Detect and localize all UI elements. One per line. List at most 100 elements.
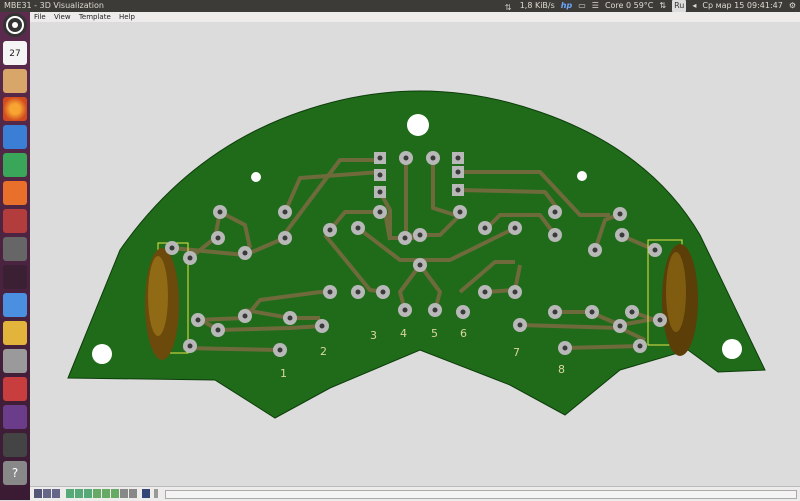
calendar-day: 27 (9, 49, 21, 59)
pad-hole (355, 289, 361, 295)
pad-hole (512, 225, 518, 231)
pad-hole (430, 155, 436, 161)
network-icon[interactable]: ⇅ (659, 0, 666, 12)
pad-label-5: 5 (431, 327, 438, 340)
pad-hole (377, 172, 383, 178)
cpu-temp[interactable]: Core 0 59°C (605, 0, 653, 12)
pad-hole (629, 309, 635, 315)
render-icon[interactable] (142, 489, 150, 498)
pad-hole (319, 323, 325, 329)
rotate-left-icon[interactable] (75, 489, 83, 498)
power-icon[interactable]: ⚙ (789, 0, 796, 12)
pad-hole (377, 209, 383, 215)
stack-icon[interactable] (3, 321, 27, 345)
pad-hole (403, 155, 409, 161)
next-icon[interactable] (120, 489, 128, 498)
keyboard-layout[interactable]: Ru (672, 0, 687, 12)
terminal-icon[interactable] (3, 265, 27, 289)
pad-hole (282, 209, 288, 215)
pad-hole (455, 169, 461, 175)
pad-hole (552, 209, 558, 215)
help-icon[interactable]: ? (3, 461, 27, 485)
pad-hole (432, 307, 438, 313)
pad-hole (617, 211, 623, 217)
capacitor-highlight (148, 256, 168, 336)
menu-bar: File View Template Help (30, 12, 800, 22)
grid-icon[interactable] (66, 489, 74, 498)
pad-hole (637, 343, 643, 349)
window-title: MBE31 - 3D Visualization (4, 1, 104, 10)
ubuntu-logo-icon[interactable] (3, 13, 27, 37)
pad-hole (552, 309, 558, 315)
software-center-icon[interactable] (3, 181, 27, 205)
system-top-bar: MBE31 - 3D Visualization ⇅ 1,8 KiB/s hp … (0, 0, 800, 12)
media-icon[interactable] (3, 377, 27, 401)
pad-label-7: 7 (513, 346, 520, 359)
mount-hole (577, 171, 587, 181)
prev-icon[interactable] (102, 489, 110, 498)
writer-icon[interactable] (3, 125, 27, 149)
dropbox-icon[interactable] (3, 293, 27, 317)
pad-hole (195, 317, 201, 323)
pad-hole (402, 235, 408, 241)
zoom-out-icon[interactable] (52, 489, 60, 498)
play-icon[interactable] (111, 489, 119, 498)
app-icon[interactable] (3, 405, 27, 429)
zoom-in-icon[interactable] (43, 489, 51, 498)
menu-template[interactable]: Template (79, 12, 111, 22)
pad-hole (377, 189, 383, 195)
mount-hole (722, 339, 742, 359)
mount-hole (407, 114, 429, 136)
pad-hole (215, 327, 221, 333)
pad-hole (215, 235, 221, 241)
pad-hole (327, 227, 333, 233)
pad-hole (402, 307, 408, 313)
pad-hole (619, 232, 625, 238)
rotate-right-icon[interactable] (84, 489, 92, 498)
datetime[interactable]: Ср мар 15 09:41:47 (702, 0, 782, 12)
pad-label-3: 3 (370, 329, 377, 342)
sound-icon[interactable]: ◂ (692, 0, 696, 12)
arrows-icon[interactable]: ⇅ (505, 2, 514, 12)
pad-hole (242, 250, 248, 256)
battery-icon[interactable]: ▭ (578, 0, 586, 12)
3d-viewport[interactable]: 1 2 3 4 5 6 7 8 (30, 22, 800, 486)
apps-icon[interactable] (3, 349, 27, 373)
pad-hole (417, 262, 423, 268)
horizontal-scrollbar[interactable] (165, 490, 797, 499)
pad-hole (460, 309, 466, 315)
menu-view[interactable]: View (54, 12, 71, 22)
view-all-icon[interactable] (34, 489, 42, 498)
firefox-icon[interactable] (3, 97, 27, 121)
settings-icon[interactable] (3, 209, 27, 233)
net-speed: 1,8 KiB/s (519, 1, 555, 10)
calc-icon[interactable] (3, 153, 27, 177)
calculator-icon[interactable] (3, 237, 27, 261)
bottom-toolbar (30, 486, 800, 501)
pad-label-6: 6 (460, 327, 467, 340)
menu-file[interactable]: File (34, 12, 46, 22)
hp-icon[interactable]: hp (561, 0, 572, 12)
pad-label-1: 1 (280, 367, 287, 380)
calendar-icon[interactable]: 27 (3, 41, 27, 65)
pad-hole (457, 209, 463, 215)
launcher: 27 ? (0, 12, 30, 500)
pad-hole (327, 289, 333, 295)
pad-hole (377, 155, 383, 161)
pad-hole (417, 232, 423, 238)
pad-hole (242, 313, 248, 319)
first-icon[interactable] (93, 489, 101, 498)
pad-hole (512, 289, 518, 295)
pad-hole (657, 317, 663, 323)
menu-lines-icon[interactable]: ☰ (592, 0, 599, 12)
scroll-handle[interactable] (154, 489, 158, 498)
menu-help[interactable]: Help (119, 12, 135, 22)
pad-hole (562, 345, 568, 351)
pcb-render: 1 2 3 4 5 6 7 8 (67, 90, 766, 419)
pad-label-8: 8 (558, 363, 565, 376)
pad-hole (355, 225, 361, 231)
files2-icon[interactable] (3, 433, 27, 457)
last-icon[interactable] (129, 489, 137, 498)
mount-hole (251, 172, 261, 182)
files-icon[interactable] (3, 69, 27, 93)
